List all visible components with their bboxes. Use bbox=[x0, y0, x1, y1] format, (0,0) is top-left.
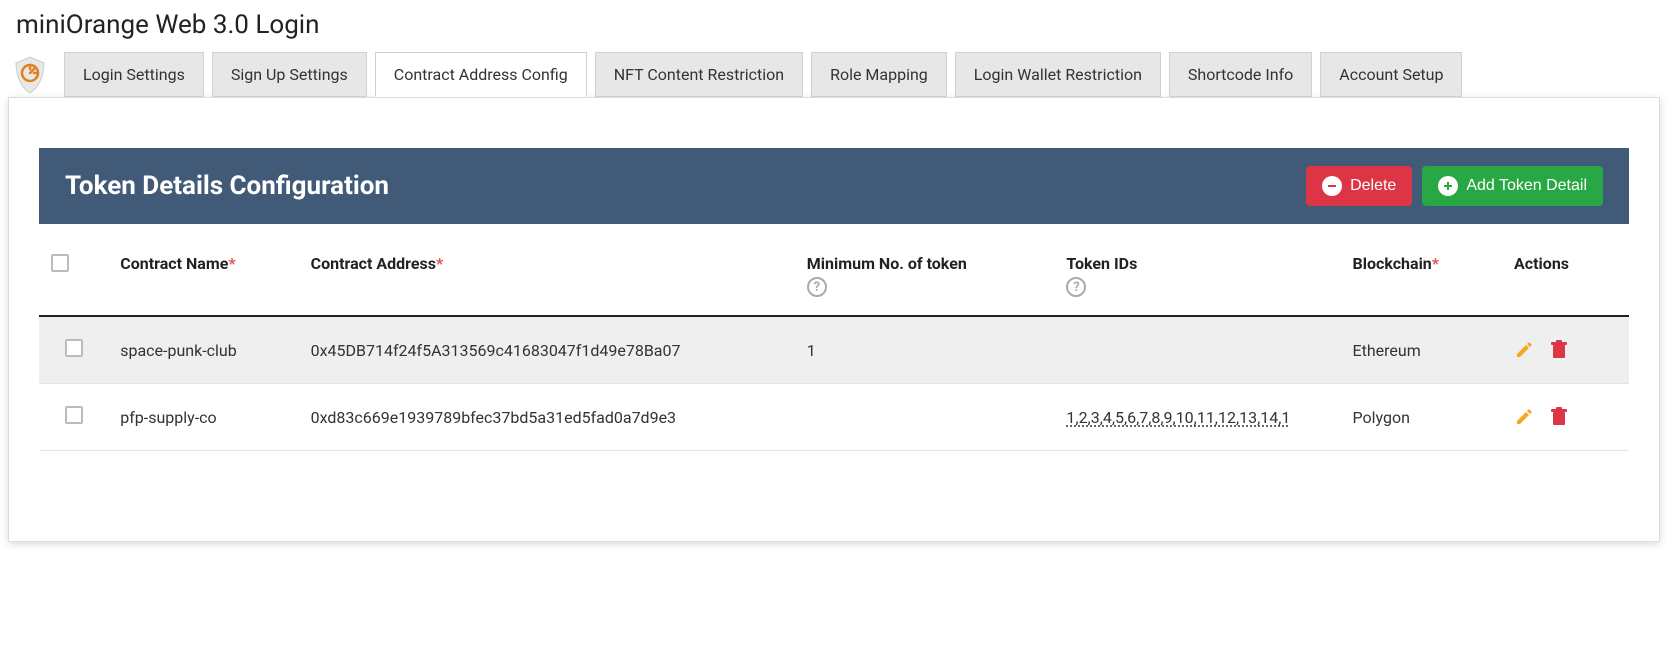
label-min-tokens: Minimum No. of token bbox=[807, 254, 967, 273]
edit-icon[interactable] bbox=[1514, 407, 1534, 427]
trash-icon[interactable] bbox=[1550, 340, 1568, 360]
col-header-contract-address: Contract Address* bbox=[299, 236, 795, 316]
label-token-ids: Token IDs bbox=[1066, 254, 1137, 273]
col-header-contract-name: Contract Name* bbox=[108, 236, 298, 316]
cell-contract-name: pfp-supply-co bbox=[108, 384, 298, 451]
row-checkbox[interactable] bbox=[65, 339, 83, 357]
main-panel: Token Details Configuration Delete Add T… bbox=[8, 97, 1660, 542]
tab-login-wallet-restriction[interactable]: Login Wallet Restriction bbox=[955, 52, 1161, 97]
delete-button-label: Delete bbox=[1350, 177, 1396, 195]
cell-blockchain: Ethereum bbox=[1341, 316, 1503, 384]
cell-blockchain: Polygon bbox=[1341, 384, 1503, 451]
row-checkbox[interactable] bbox=[65, 406, 83, 424]
label-blockchain: Blockchain bbox=[1353, 254, 1432, 273]
label-contract-name: Contract Name bbox=[120, 254, 228, 273]
cell-token-ids bbox=[1054, 316, 1340, 384]
col-header-actions: Actions bbox=[1502, 236, 1629, 316]
cell-min-tokens: 1 bbox=[795, 316, 1055, 384]
add-button-label: Add Token Detail bbox=[1466, 177, 1587, 195]
label-actions: Actions bbox=[1514, 254, 1569, 273]
cell-contract-address: 0xd83c669e1939789bfec37bd5a31ed5fad0a7d9… bbox=[299, 384, 795, 451]
token-table: Contract Name* Contract Address* Minimum… bbox=[39, 236, 1629, 451]
tab-login-settings[interactable]: Login Settings bbox=[64, 52, 204, 97]
tab-shortcode-info[interactable]: Shortcode Info bbox=[1169, 52, 1312, 97]
edit-icon[interactable] bbox=[1514, 340, 1534, 360]
delete-button[interactable]: Delete bbox=[1306, 166, 1412, 206]
help-icon[interactable]: ? bbox=[807, 277, 827, 297]
token-ids-value: 1,2,3,4,5,6,7,8,9,10,11,12,13,14,1 bbox=[1066, 408, 1290, 427]
cell-contract-name: space-punk-club bbox=[108, 316, 298, 384]
tabs-row: Login Settings Sign Up Settings Contract… bbox=[0, 52, 1668, 97]
required-asterisk: * bbox=[228, 254, 235, 273]
required-asterisk: * bbox=[436, 254, 443, 273]
section-header: Token Details Configuration Delete Add T… bbox=[39, 148, 1629, 224]
shield-icon bbox=[10, 55, 50, 95]
table-row: pfp-supply-co 0xd83c669e1939789bfec37bd5… bbox=[39, 384, 1629, 451]
col-header-blockchain: Blockchain* bbox=[1341, 236, 1503, 316]
cell-token-ids: 1,2,3,4,5,6,7,8,9,10,11,12,13,14,1 bbox=[1054, 384, 1340, 451]
page-title: miniOrange Web 3.0 Login bbox=[0, 0, 1668, 52]
tab-contract-address-config[interactable]: Contract Address Config bbox=[375, 52, 587, 97]
row-actions bbox=[1514, 340, 1617, 360]
tab-role-mapping[interactable]: Role Mapping bbox=[811, 52, 947, 97]
brand-logo bbox=[8, 53, 52, 97]
col-header-token-ids: Token IDs ? bbox=[1054, 236, 1340, 316]
tab-account-setup[interactable]: Account Setup bbox=[1320, 52, 1462, 97]
tab-sign-up-settings[interactable]: Sign Up Settings bbox=[212, 52, 367, 97]
cell-contract-address: 0x45DB714f24f5A313569c41683047f1d49e78Ba… bbox=[299, 316, 795, 384]
col-header-checkbox bbox=[39, 236, 108, 316]
tab-nft-content-restriction[interactable]: NFT Content Restriction bbox=[595, 52, 803, 97]
row-actions bbox=[1514, 407, 1617, 427]
select-all-checkbox[interactable] bbox=[51, 254, 69, 272]
label-contract-address: Contract Address bbox=[311, 254, 436, 273]
plus-circle-icon bbox=[1438, 176, 1458, 196]
minus-circle-icon bbox=[1322, 176, 1342, 196]
trash-icon[interactable] bbox=[1550, 407, 1568, 427]
help-icon[interactable]: ? bbox=[1066, 277, 1086, 297]
required-asterisk: * bbox=[1432, 254, 1439, 273]
section-title: Token Details Configuration bbox=[65, 171, 389, 201]
table-row: space-punk-club 0x45DB714f24f5A313569c41… bbox=[39, 316, 1629, 384]
header-buttons: Delete Add Token Detail bbox=[1306, 166, 1603, 206]
add-token-detail-button[interactable]: Add Token Detail bbox=[1422, 166, 1603, 206]
cell-min-tokens bbox=[795, 384, 1055, 451]
col-header-min-tokens: Minimum No. of token ? bbox=[795, 236, 1055, 316]
